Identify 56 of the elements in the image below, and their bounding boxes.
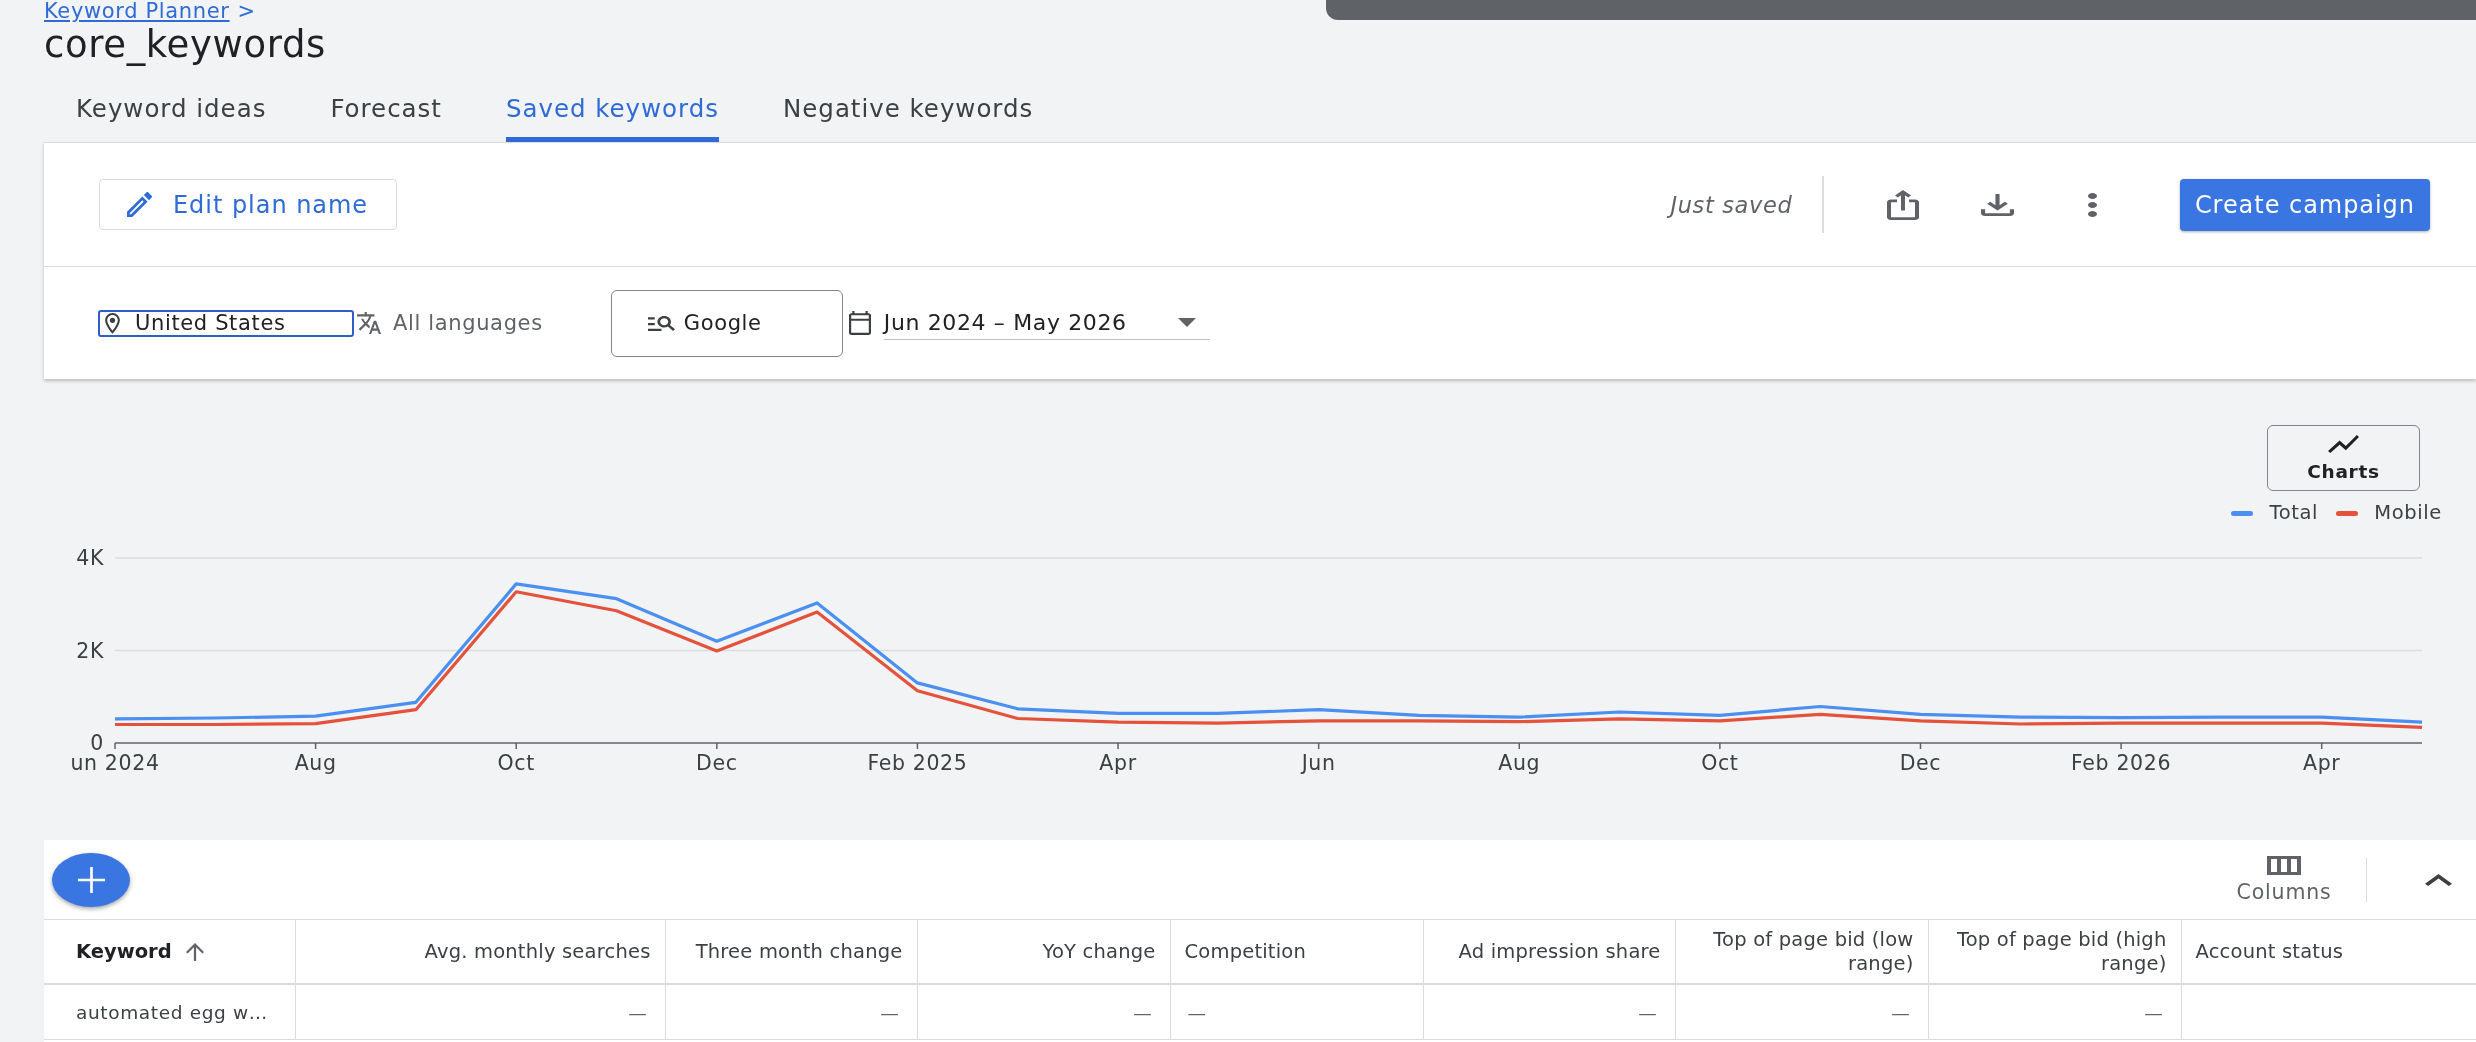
- column-header[interactable]: Competition: [1184, 939, 1306, 964]
- download-icon[interactable]: [1980, 193, 2014, 216]
- column-header[interactable]: Account status: [2195, 939, 2344, 964]
- location-selector[interactable]: United States: [98, 309, 354, 337]
- table-cell: —: [628, 1001, 648, 1023]
- table-cell: —: [2144, 1001, 2164, 1023]
- list-search-icon: [647, 315, 675, 331]
- table-cell: automated egg w…: [76, 1001, 268, 1023]
- columns-icon: [2267, 855, 2302, 875]
- table-cell: —: [1891, 1001, 1911, 1023]
- date-range-dropdown[interactable]: Jun 2024 – May 2026: [883, 306, 1210, 340]
- column-header[interactable]: Keyword: [76, 939, 172, 964]
- tab[interactable]: Forecast: [330, 68, 442, 142]
- location-pin-icon: [105, 312, 120, 334]
- y-tick-label: 2K: [76, 638, 104, 663]
- page-title: core_keywords: [44, 22, 326, 68]
- create-campaign-button[interactable]: Create campaign: [2179, 178, 2430, 231]
- x-tick-label: Dec: [696, 751, 738, 775]
- x-tick-label: Feb 2026: [2071, 751, 2172, 775]
- x-tick-label: Feb 2025: [867, 751, 968, 775]
- line-chart-icon: [2328, 434, 2359, 453]
- x-tick-label: Dec: [1899, 751, 1942, 775]
- x-tick-label: Aug: [294, 751, 337, 775]
- plus-icon: [77, 866, 105, 893]
- calendar-icon: [848, 311, 871, 335]
- more-options-icon[interactable]: [2087, 192, 2097, 217]
- table-cell: —: [1638, 1001, 1658, 1023]
- x-tick-label: Oct: [497, 751, 535, 775]
- network-selector[interactable]: Google: [610, 289, 843, 357]
- charts-button[interactable]: Charts: [2267, 425, 2420, 491]
- columns-button[interactable]: Columns: [2236, 855, 2332, 904]
- table-cell: —: [1187, 1001, 1207, 1023]
- tab[interactable]: Negative keywords: [783, 68, 1034, 142]
- breadcrumb-separator: >: [237, 0, 256, 22]
- pencil-icon: [127, 192, 152, 217]
- edit-plan-name-button[interactable]: Edit plan name: [99, 179, 398, 230]
- y-tick-label: 4K: [76, 546, 104, 570]
- x-tick-label: Aug: [1498, 751, 1541, 775]
- breadcrumb-link[interactable]: Keyword Planner: [44, 0, 230, 22]
- legend-label: Total: [2269, 503, 2319, 523]
- chevron-up-icon[interactable]: [2425, 873, 2452, 886]
- translate-icon: [357, 312, 381, 334]
- x-tick-label: Oct: [1701, 751, 1739, 775]
- x-tick-label: Jun: [1301, 751, 1336, 775]
- column-header[interactable]: YoY change: [1042, 939, 1156, 964]
- share-icon[interactable]: [1886, 189, 1919, 220]
- tab[interactable]: Keyword ideas: [76, 68, 267, 142]
- x-tick-label: Apr: [2303, 751, 2341, 775]
- legend-label: Mobile: [2374, 503, 2442, 523]
- table-cell: —: [1133, 1001, 1153, 1023]
- add-button[interactable]: [52, 852, 130, 907]
- language-selector[interactable]: All languages: [357, 311, 543, 335]
- caret-icon: [1177, 318, 1196, 327]
- x-tick-label: Apr: [1099, 751, 1137, 775]
- table-cell: —: [880, 1001, 900, 1023]
- sort-arrow-icon[interactable]: [185, 942, 204, 961]
